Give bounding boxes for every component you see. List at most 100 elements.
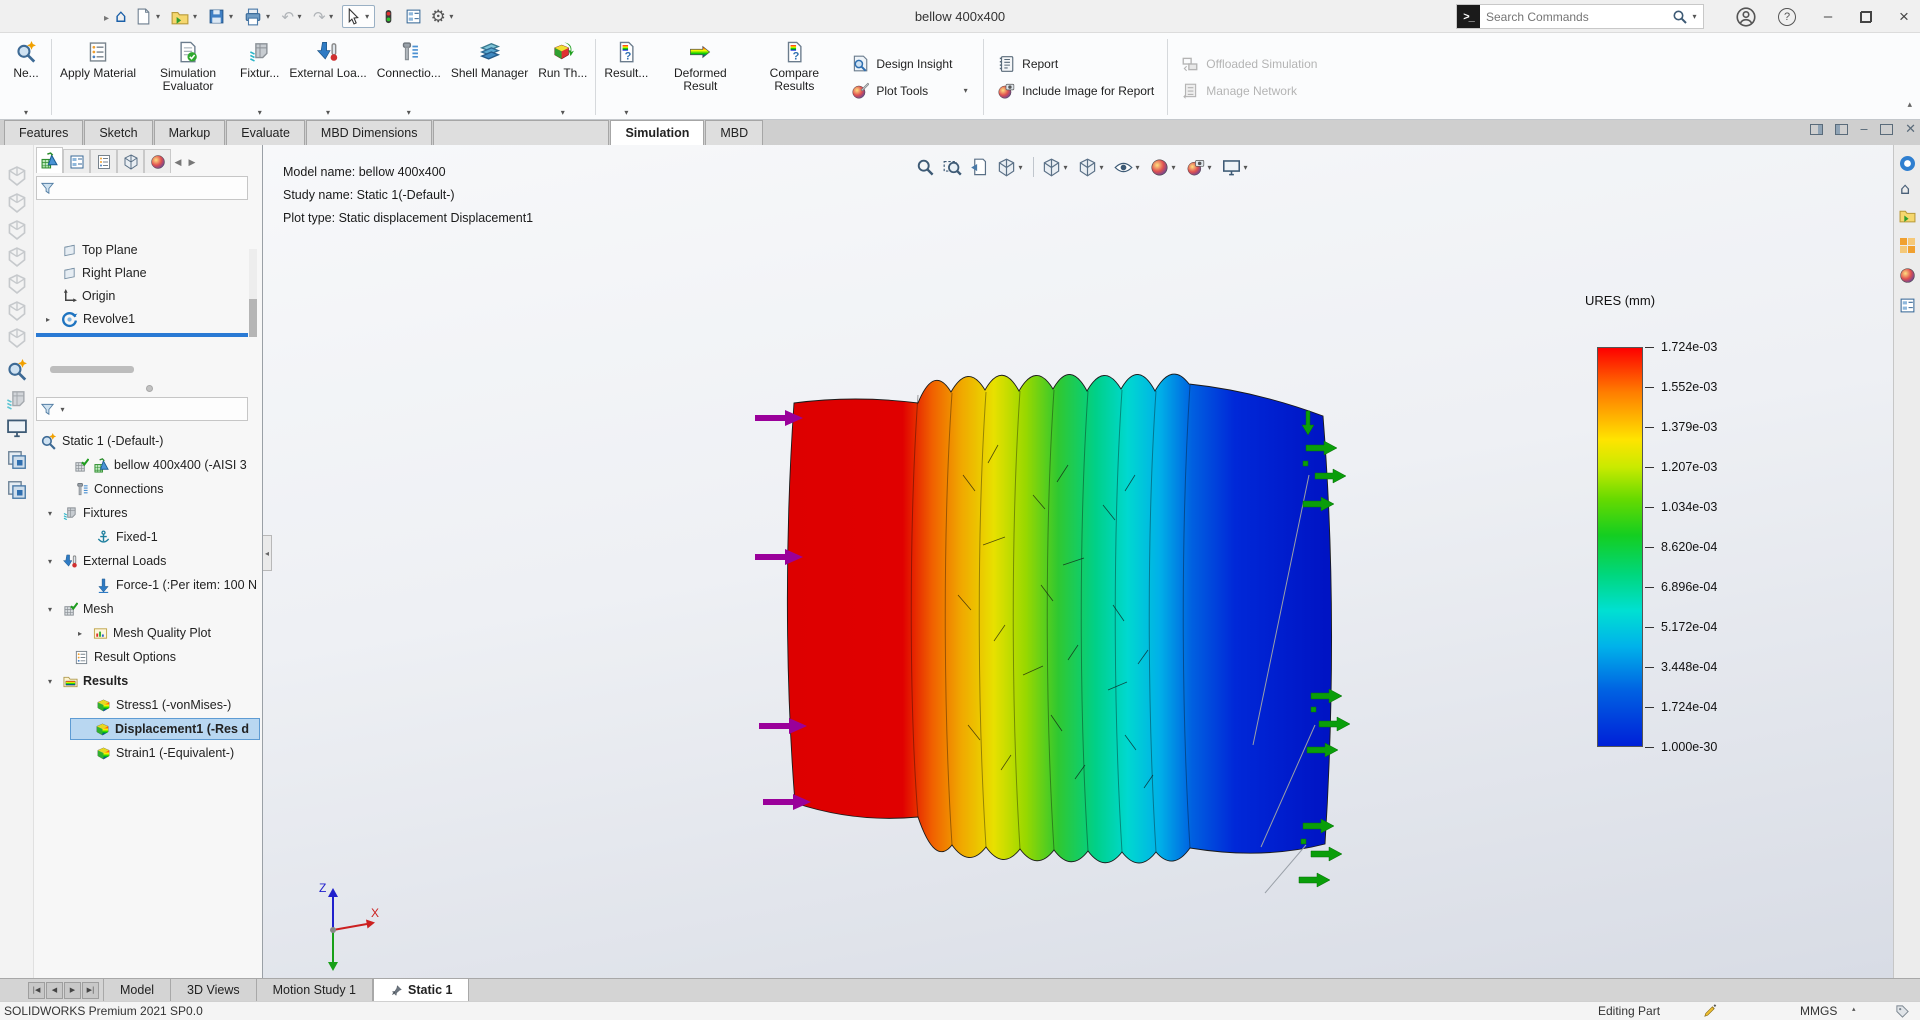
document-close-icon[interactable]: ✕	[1905, 124, 1916, 135]
tree-horizontal-scrollbar[interactable]	[50, 366, 134, 373]
dropdown-caret-icon[interactable]	[404, 109, 413, 118]
featuremanager-tab[interactable]	[36, 147, 63, 173]
home-tab-icon[interactable]: ⌂	[1900, 179, 1910, 198]
panel-tab-scroll-right-icon[interactable]: ▶	[185, 153, 199, 173]
dropdown-caret-icon[interactable]	[363, 12, 372, 21]
restore-button[interactable]	[1860, 11, 1872, 23]
rebuild-button[interactable]	[378, 6, 399, 27]
tab-markup[interactable]: Markup	[154, 120, 226, 145]
options-button[interactable]: ⚙	[428, 7, 459, 27]
tab-scroll-first-icon[interactable]: |◀	[28, 982, 45, 999]
home-button[interactable]: ⌂	[112, 7, 129, 27]
dropdown-caret-icon[interactable]	[961, 86, 970, 95]
solidworks-resources-icon[interactable]	[1899, 155, 1916, 172]
tree-collapse-icon[interactable]	[48, 557, 58, 566]
tree-item-results[interactable]: Results	[34, 670, 256, 692]
tree-collapse-icon[interactable]	[48, 509, 58, 518]
screen-tool-icon[interactable]	[6, 417, 28, 439]
redo-button[interactable]: ↷	[310, 7, 339, 27]
tree-vertical-scrollbar[interactable]	[249, 249, 257, 337]
fixtures-advisor-button[interactable]: Fixtur...	[235, 35, 284, 119]
tree-item-fixed1[interactable]: Fixed-1	[34, 526, 256, 548]
layers-copy-tool-icon[interactable]	[6, 479, 28, 501]
save-button[interactable]	[205, 6, 238, 27]
tree-item-result-options[interactable]: Result Options	[34, 646, 256, 668]
tab-scroll-next-icon[interactable]: ▶	[64, 982, 81, 999]
wrench-tool-icon[interactable]	[6, 389, 28, 411]
configurationmanager-tab[interactable]	[90, 149, 117, 173]
tab-motion-study-1[interactable]: Motion Study 1	[257, 979, 373, 1001]
report-button[interactable]: Report	[997, 55, 1154, 73]
shell-manager-button[interactable]: Shell Manager	[446, 35, 533, 119]
simulation-evaluator-button[interactable]: Simulation Evaluator	[141, 35, 235, 119]
tree-item-study[interactable]: Static 1 (-Default-)	[34, 430, 256, 452]
custom-properties-icon[interactable]	[1899, 297, 1916, 314]
dropdown-caret-icon[interactable]	[447, 12, 456, 21]
dropdown-caret-icon[interactable]	[324, 109, 333, 118]
tree-item-origin[interactable]: Origin	[34, 285, 256, 307]
results-advisor-button[interactable]: Result...	[599, 35, 653, 119]
tree-item-fixtures[interactable]: Fixtures	[34, 502, 256, 524]
tree-item-revolve1[interactable]: Revolve1	[34, 308, 256, 330]
design-library-icon[interactable]	[1899, 207, 1916, 224]
open-button[interactable]	[168, 6, 202, 28]
dropdown-caret-icon[interactable]	[226, 12, 235, 21]
tab-sketch[interactable]: Sketch	[84, 120, 152, 145]
file-properties-button[interactable]	[402, 6, 425, 27]
pane-split-left-icon[interactable]	[1810, 124, 1823, 135]
tree-item-part-node[interactable]: bellow 400x400 (-AISI 3	[34, 454, 256, 476]
search-dropdown-caret-icon[interactable]	[1690, 12, 1699, 21]
study-tree-filter[interactable]	[36, 397, 248, 421]
tab-scroll-last-icon[interactable]: ▶|	[82, 982, 99, 999]
external-loads-button[interactable]: External Loa...	[284, 35, 371, 119]
tree-item-displacement1[interactable]: Displacement1 (-Res d	[70, 718, 260, 740]
panel-splitter-handle[interactable]	[146, 385, 153, 392]
dropdown-caret-icon[interactable]	[295, 12, 304, 21]
tree-collapse-icon[interactable]	[48, 677, 58, 686]
select-star-tool-icon[interactable]	[6, 359, 28, 381]
dimxpertmanager-tab[interactable]	[117, 149, 144, 173]
propertymanager-tab[interactable]	[63, 149, 90, 173]
tab-blank[interactable]	[433, 120, 609, 145]
bellows-body[interactable]	[787, 374, 1331, 893]
tab-features[interactable]: Features	[4, 120, 83, 145]
tree-expand-icon[interactable]	[46, 315, 56, 324]
tree-item-right-plane[interactable]: Right Plane	[34, 262, 256, 284]
dropdown-caret-icon[interactable]	[255, 109, 264, 118]
tree-item-force1[interactable]: Force-1 (:Per item: 100 N	[34, 574, 256, 596]
tab-3d-views[interactable]: 3D Views	[171, 979, 257, 1001]
tab-simulation[interactable]: Simulation	[610, 120, 704, 145]
document-minimize-icon[interactable]: ‒	[1860, 124, 1868, 135]
close-button[interactable]: ×	[1894, 7, 1914, 27]
pane-split-right-icon[interactable]	[1835, 124, 1848, 135]
status-tag-icon[interactable]	[1895, 1004, 1910, 1019]
tab-scroll-prev-icon[interactable]: ◀	[46, 982, 63, 999]
new-document-button[interactable]	[132, 6, 165, 27]
tree-item-top-plane[interactable]: Top Plane	[34, 239, 256, 261]
tab-static-1[interactable]: Static 1	[373, 979, 469, 1001]
tree-expand-icon[interactable]	[78, 629, 88, 638]
file-explorer-icon[interactable]	[1899, 237, 1916, 254]
dropdown-caret-icon[interactable]	[22, 109, 31, 118]
tree-item-stress1[interactable]: Stress1 (-vonMises-)	[34, 694, 256, 716]
tab-model[interactable]: Model	[103, 979, 171, 1001]
tree-item-external-loads[interactable]: External Loads	[34, 550, 256, 572]
search-input[interactable]	[1480, 10, 1672, 24]
tab-evaluate[interactable]: Evaluate	[226, 120, 305, 145]
dropdown-caret-icon[interactable]	[622, 109, 631, 118]
dropdown-caret-icon[interactable]	[190, 12, 199, 21]
deformed-result-button[interactable]: Deformed Result	[653, 35, 747, 119]
compare-results-button[interactable]: Compare Results	[747, 35, 841, 119]
dropdown-caret-icon[interactable]	[327, 12, 336, 21]
select-tool-button[interactable]	[342, 5, 375, 28]
tab-mbd[interactable]: MBD	[705, 120, 763, 145]
layers-tool-icon[interactable]	[6, 449, 28, 471]
ribbon-collapse-icon[interactable]: ▴	[1907, 100, 1912, 110]
tree-item-connections[interactable]: Connections	[34, 478, 256, 500]
minimize-button[interactable]: –	[1818, 8, 1838, 25]
plot-tools-button[interactable]: Plot Tools	[851, 82, 970, 100]
dropdown-caret-icon[interactable]	[558, 109, 567, 118]
appearances-scenes-icon[interactable]	[1899, 267, 1916, 284]
tree-item-mesh-quality-plot[interactable]: Mesh Quality Plot	[34, 622, 256, 644]
dropdown-caret-icon[interactable]	[153, 12, 162, 21]
